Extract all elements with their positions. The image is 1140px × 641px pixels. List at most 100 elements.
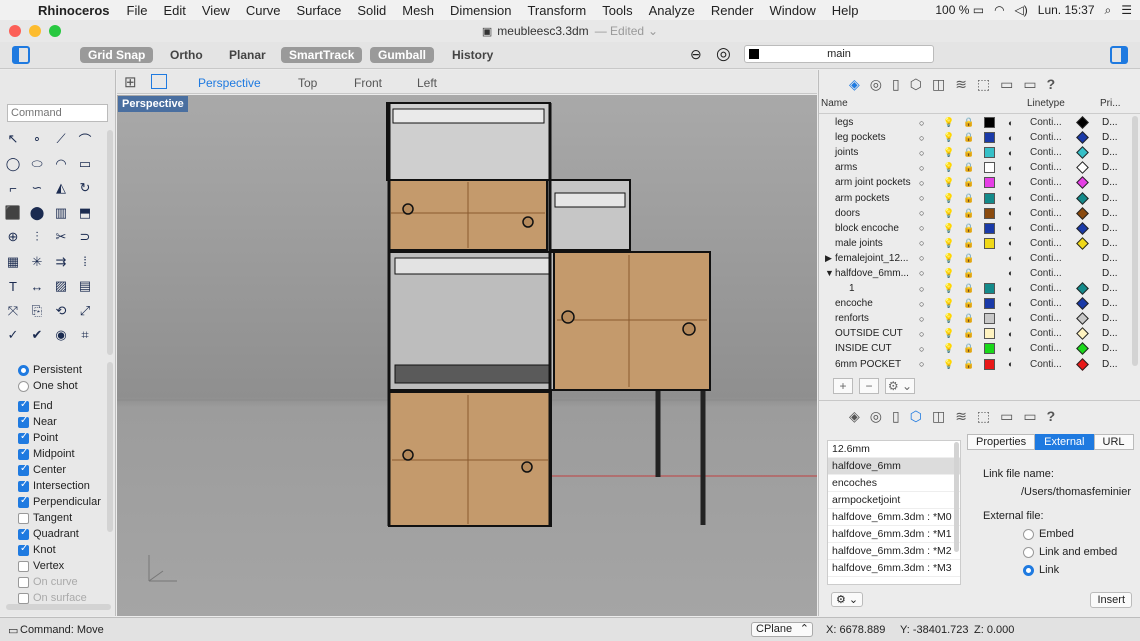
revolve-icon[interactable]: ↻ — [76, 179, 94, 197]
osnap-checkbox[interactable] — [18, 527, 29, 540]
layer-print[interactable]: D... — [1102, 313, 1118, 324]
bulb-icon[interactable]: 💡 — [943, 177, 954, 188]
menu-help[interactable]: Help — [824, 3, 867, 18]
menu-edit[interactable]: Edit — [155, 3, 193, 18]
wifi-icon[interactable]: ◠ — [994, 3, 1004, 17]
tick-icon[interactable]: ✔ — [28, 326, 46, 344]
layer-print[interactable]: D... — [1102, 223, 1118, 234]
block-scrollbar[interactable] — [954, 442, 959, 552]
menu-view[interactable]: View — [194, 3, 238, 18]
current-radio-icon[interactable]: ○ — [919, 329, 924, 339]
layout-icon-2[interactable]: ▭ — [1000, 408, 1013, 425]
copy-icon[interactable]: ⎘ — [28, 302, 46, 320]
layer-linetype[interactable]: Conti... — [1030, 268, 1062, 279]
left-hscrollbar[interactable] — [6, 604, 111, 610]
check-icon[interactable]: ✓ — [4, 326, 22, 344]
lock-icon[interactable]: 🔒 — [963, 268, 974, 279]
osnap-on-curve[interactable]: On curve — [18, 574, 101, 590]
bulb-icon[interactable]: 💡 — [943, 223, 954, 234]
current-radio-icon[interactable]: ○ — [919, 148, 924, 158]
layer-color-swatch[interactable] — [984, 132, 995, 144]
block-item[interactable]: 12.6mm — [828, 441, 960, 458]
tab-properties[interactable]: Properties — [967, 434, 1036, 450]
layer-color-swatch[interactable] — [984, 162, 995, 174]
side-box[interactable] — [549, 179, 631, 251]
layer-linetype[interactable]: Conti... — [1030, 359, 1062, 370]
layer-color-swatch[interactable] — [984, 313, 995, 325]
gumball-toggle[interactable]: Gumball — [370, 47, 435, 63]
block-item[interactable]: armpocketjoint — [828, 492, 960, 509]
bulb-icon[interactable]: 💡 — [943, 328, 954, 339]
print-color-swatch[interactable] — [1076, 116, 1089, 129]
layer-name[interactable]: male joints — [835, 238, 883, 249]
layer-row[interactable]: male joints ○ 💡 🔒 ◐ Conti... D... — [819, 236, 1131, 251]
layer-print[interactable]: D... — [1102, 268, 1118, 279]
middle-drawer[interactable] — [553, 251, 711, 391]
layer-linetype[interactable]: Conti... — [1030, 193, 1062, 204]
lock-icon[interactable]: 🔒 — [963, 283, 974, 294]
layer-print[interactable]: D... — [1102, 359, 1118, 370]
model-scene[interactable] — [117, 95, 817, 616]
layer-linetype[interactable]: Conti... — [1030, 117, 1062, 128]
layer-print[interactable]: D... — [1102, 238, 1118, 249]
history-toggle[interactable]: History — [444, 47, 501, 63]
current-radio-icon[interactable]: ○ — [919, 344, 924, 354]
sphere-icon[interactable]: ⬤ — [28, 204, 46, 222]
osnap-quadrant[interactable]: Quadrant — [18, 526, 101, 542]
osnap-midpoint[interactable]: Midpoint — [18, 446, 101, 462]
materials-icon[interactable]: ◎ — [870, 76, 882, 93]
layer-linetype[interactable]: Conti... — [1030, 162, 1062, 173]
material-icon[interactable]: ◐ — [1008, 193, 1013, 203]
lower-drawer[interactable] — [388, 391, 552, 527]
layer-name[interactable]: arms — [835, 162, 857, 173]
title-chevron-icon[interactable]: ⌄ — [648, 24, 658, 38]
osnap-near[interactable]: Near — [18, 414, 101, 430]
single-view-icon[interactable] — [151, 74, 167, 89]
layer-print[interactable]: D... — [1102, 177, 1118, 188]
current-radio-icon[interactable]: ○ — [919, 133, 924, 143]
lock-icon[interactable]: 🔒 — [963, 208, 974, 219]
layer-row[interactable]: legs ○ 💡 🔒 ◐ Conti... D... — [819, 115, 1131, 130]
osnap-checkbox[interactable] — [18, 415, 29, 428]
menu-dimension[interactable]: Dimension — [442, 3, 519, 18]
material-icon[interactable]: ◐ — [1008, 329, 1013, 339]
lock-icon[interactable]: 🔒 — [963, 223, 974, 234]
current-radio-icon[interactable]: ○ — [919, 178, 924, 188]
properties-icon-2[interactable]: ▯ — [892, 408, 900, 425]
osnap-checkbox[interactable] — [18, 543, 29, 556]
tab-external[interactable]: External — [1035, 434, 1094, 450]
scale-icon[interactable]: ⤢ — [76, 302, 94, 320]
join-icon[interactable]: ⊃ — [76, 228, 94, 246]
link-option[interactable]: Link — [983, 561, 1140, 579]
zoom-button[interactable] — [49, 25, 61, 37]
layer-linetype[interactable]: Conti... — [1030, 298, 1062, 309]
toggle-right-sidebar-icon[interactable] — [1110, 46, 1128, 64]
current-radio-icon[interactable]: ○ — [919, 314, 924, 324]
render-icon[interactable]: ◉ — [52, 326, 70, 344]
lock-icon[interactable]: 🔒 — [963, 147, 974, 158]
toggle-left-sidebar-icon[interactable] — [12, 46, 30, 64]
layer-linetype[interactable]: Conti... — [1030, 208, 1062, 219]
osnap-end[interactable]: End — [18, 398, 101, 414]
monitor-icon-2[interactable]: ▭ — [1023, 408, 1036, 425]
layer-name[interactable]: renforts — [835, 313, 869, 324]
move-icon[interactable]: ⤧ — [4, 302, 22, 320]
osnap-scrollbar[interactable] — [107, 362, 113, 532]
command-history[interactable]: Command: Move — [20, 624, 104, 636]
link-file-value[interactable]: /Users/thomasfeminier — [983, 483, 1140, 501]
layer-color-swatch[interactable] — [984, 328, 995, 340]
link-radio[interactable] — [1023, 564, 1034, 576]
material-icon[interactable]: ◐ — [1008, 223, 1013, 233]
lights-icon-2[interactable]: ≋ — [955, 408, 967, 425]
material-icon[interactable]: ◐ — [1008, 148, 1013, 158]
camera-icon[interactable]: ⌗ — [76, 326, 94, 344]
rectangle-icon[interactable]: ▭ — [76, 155, 94, 173]
bulb-icon[interactable]: 💡 — [943, 147, 954, 158]
embed-radio[interactable] — [1023, 528, 1034, 540]
arrow-icon[interactable]: ↖ — [4, 130, 22, 148]
layer-print[interactable]: D... — [1102, 147, 1118, 158]
layers-icon[interactable]: ◈ — [849, 76, 860, 93]
blend-icon[interactable]: ∽ — [28, 179, 46, 197]
current-radio-icon[interactable]: ○ — [919, 238, 924, 248]
block-icon[interactable]: ⬡ — [910, 76, 922, 93]
